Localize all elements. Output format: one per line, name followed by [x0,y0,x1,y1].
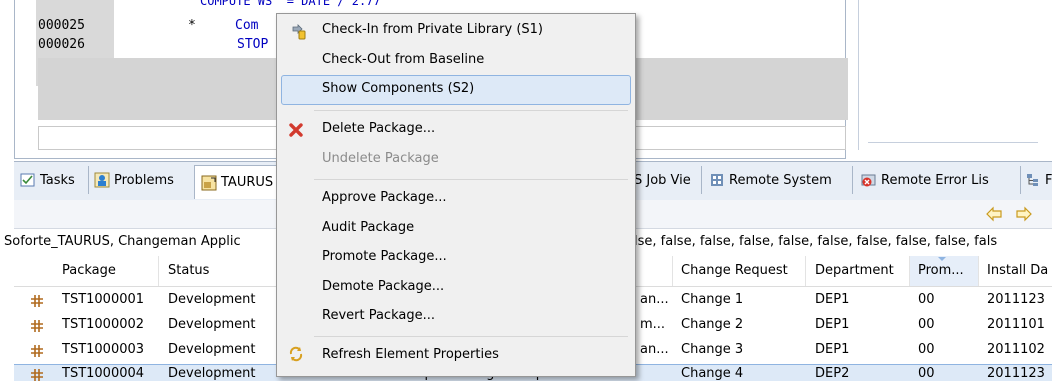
tab-taurus[interactable]: TAURUS [194,165,281,199]
cell-install-date: 2011101 [987,317,1045,332]
cell-status: Development [168,317,256,332]
comment-star: * [188,18,196,33]
menu-separator [314,336,628,337]
menu-item-promote-package[interactable]: Promote Package... [322,249,447,264]
code-text: STOP [237,37,269,52]
cell-status: Development [168,292,256,307]
divider [852,166,853,194]
divider [868,142,1038,143]
tab-label: S Job Vie [634,172,691,188]
cell-prom: 00 [918,317,935,332]
cell-change-request: Change 3 [681,342,744,357]
cell-department: DEP1 [815,342,850,357]
tab-more[interactable]: F [1025,168,1052,192]
cell-install-date: 2011123 [987,366,1045,381]
menu-item-undelete-package: Undelete Package [322,151,439,166]
menu-separator [314,179,628,180]
cell-truncated: an... [640,292,669,307]
cell-change-request: Change 1 [681,292,744,307]
cell-install-date: 2011123 [987,292,1045,307]
divider [88,166,89,194]
column-header-prom[interactable]: Prom... [918,263,964,278]
remote-error-icon [861,174,876,187]
tab-label: Remote Error Lis [881,172,989,188]
cell-install-date: 2011102 [987,342,1045,357]
sequence-number: 000026 [38,37,85,52]
tree-icon [1027,174,1038,186]
column-header-change-request[interactable]: Change Request [681,263,788,278]
menu-item-show-components[interactable]: Show Components (S2) [322,81,474,96]
menu-item-audit-package[interactable]: Audit Package [322,220,414,235]
cell-change-request: Change 4 [681,366,744,381]
checkin-icon [292,24,306,40]
cell-prom: 00 [918,342,935,357]
cell-status: Development [168,366,256,381]
package-icon [31,320,43,332]
tab-job-view[interactable]: S Job Vie [634,168,691,192]
cell-package: TST1000004 [62,366,145,381]
refresh-icon [289,346,303,362]
menu-item-approve-package[interactable]: Approve Package... [322,190,447,205]
cell-department: DEP1 [815,317,850,332]
cell-package: TST1000002 [62,317,145,332]
tab-remote-error-list[interactable]: Remote Error Lis [861,168,989,192]
menu-item-delete-package[interactable]: Delete Package... [322,121,435,136]
cell-truncated: m... [640,317,666,332]
tab-label: F [1045,172,1052,188]
column-header-install-date[interactable]: Install Da [987,263,1048,278]
divider [805,256,806,286]
package-icon [31,369,43,381]
cell-change-request: Change 2 [681,317,744,332]
taurus-icon [201,175,217,190]
code-text: Com [235,18,259,33]
package-icon [31,345,43,357]
column-header-department[interactable]: Department [815,263,894,278]
back-arrow-icon[interactable] [985,206,1003,222]
delete-icon [289,123,303,137]
column-header-package[interactable]: Package [62,263,116,278]
tab-problems[interactable]: Problems [94,168,174,192]
column-header-status[interactable]: Status [168,263,209,278]
summary-right: lse, false, false, false, false, false, … [634,234,998,249]
menu-item-check-out[interactable]: Check-Out from Baseline [322,52,484,67]
code-line-partial: COMPUTE WS = DATE / 2.77 [200,0,381,8]
menu-separator [314,110,628,111]
tab-tasks[interactable]: Tasks [20,168,75,192]
tab-label: Problems [114,172,174,188]
divider [701,166,702,194]
cell-status: Development [168,342,256,357]
menu-item-refresh-element-properties[interactable]: Refresh Element Properties [322,347,499,362]
package-icon [31,295,43,307]
outline-pane [858,0,1052,150]
tab-label: TAURUS [221,175,274,190]
tasks-icon [20,173,35,187]
cell-department: DEP2 [815,366,850,381]
forward-arrow-icon[interactable] [1015,206,1033,222]
tab-remote-system[interactable]: Remote System [709,168,832,192]
cell-package: TST1000001 [62,292,145,307]
divider [978,256,979,286]
cell-department: DEP1 [815,292,850,307]
problems-icon [94,172,110,188]
tab-label: Remote System [729,172,832,188]
divider [1020,166,1021,194]
cell-prom: 00 [918,366,935,381]
tab-label: Tasks [40,172,75,188]
divider [158,256,159,286]
cell-prom: 00 [918,292,935,307]
cell-package: TST1000003 [62,342,145,357]
summary-left: Soforte_TAURUS, Changeman Applic [4,234,241,249]
menu-item-check-in[interactable]: Check-In from Private Library (S1) [322,22,543,37]
sort-indicator-icon [938,257,946,261]
menu-item-revert-package[interactable]: Revert Package... [322,308,435,323]
remote-system-icon [711,174,723,186]
menu-item-demote-package[interactable]: Demote Package... [322,279,444,294]
sequence-number: 000025 [38,18,85,33]
divider [672,256,673,286]
cell-truncated: an... [640,342,669,357]
